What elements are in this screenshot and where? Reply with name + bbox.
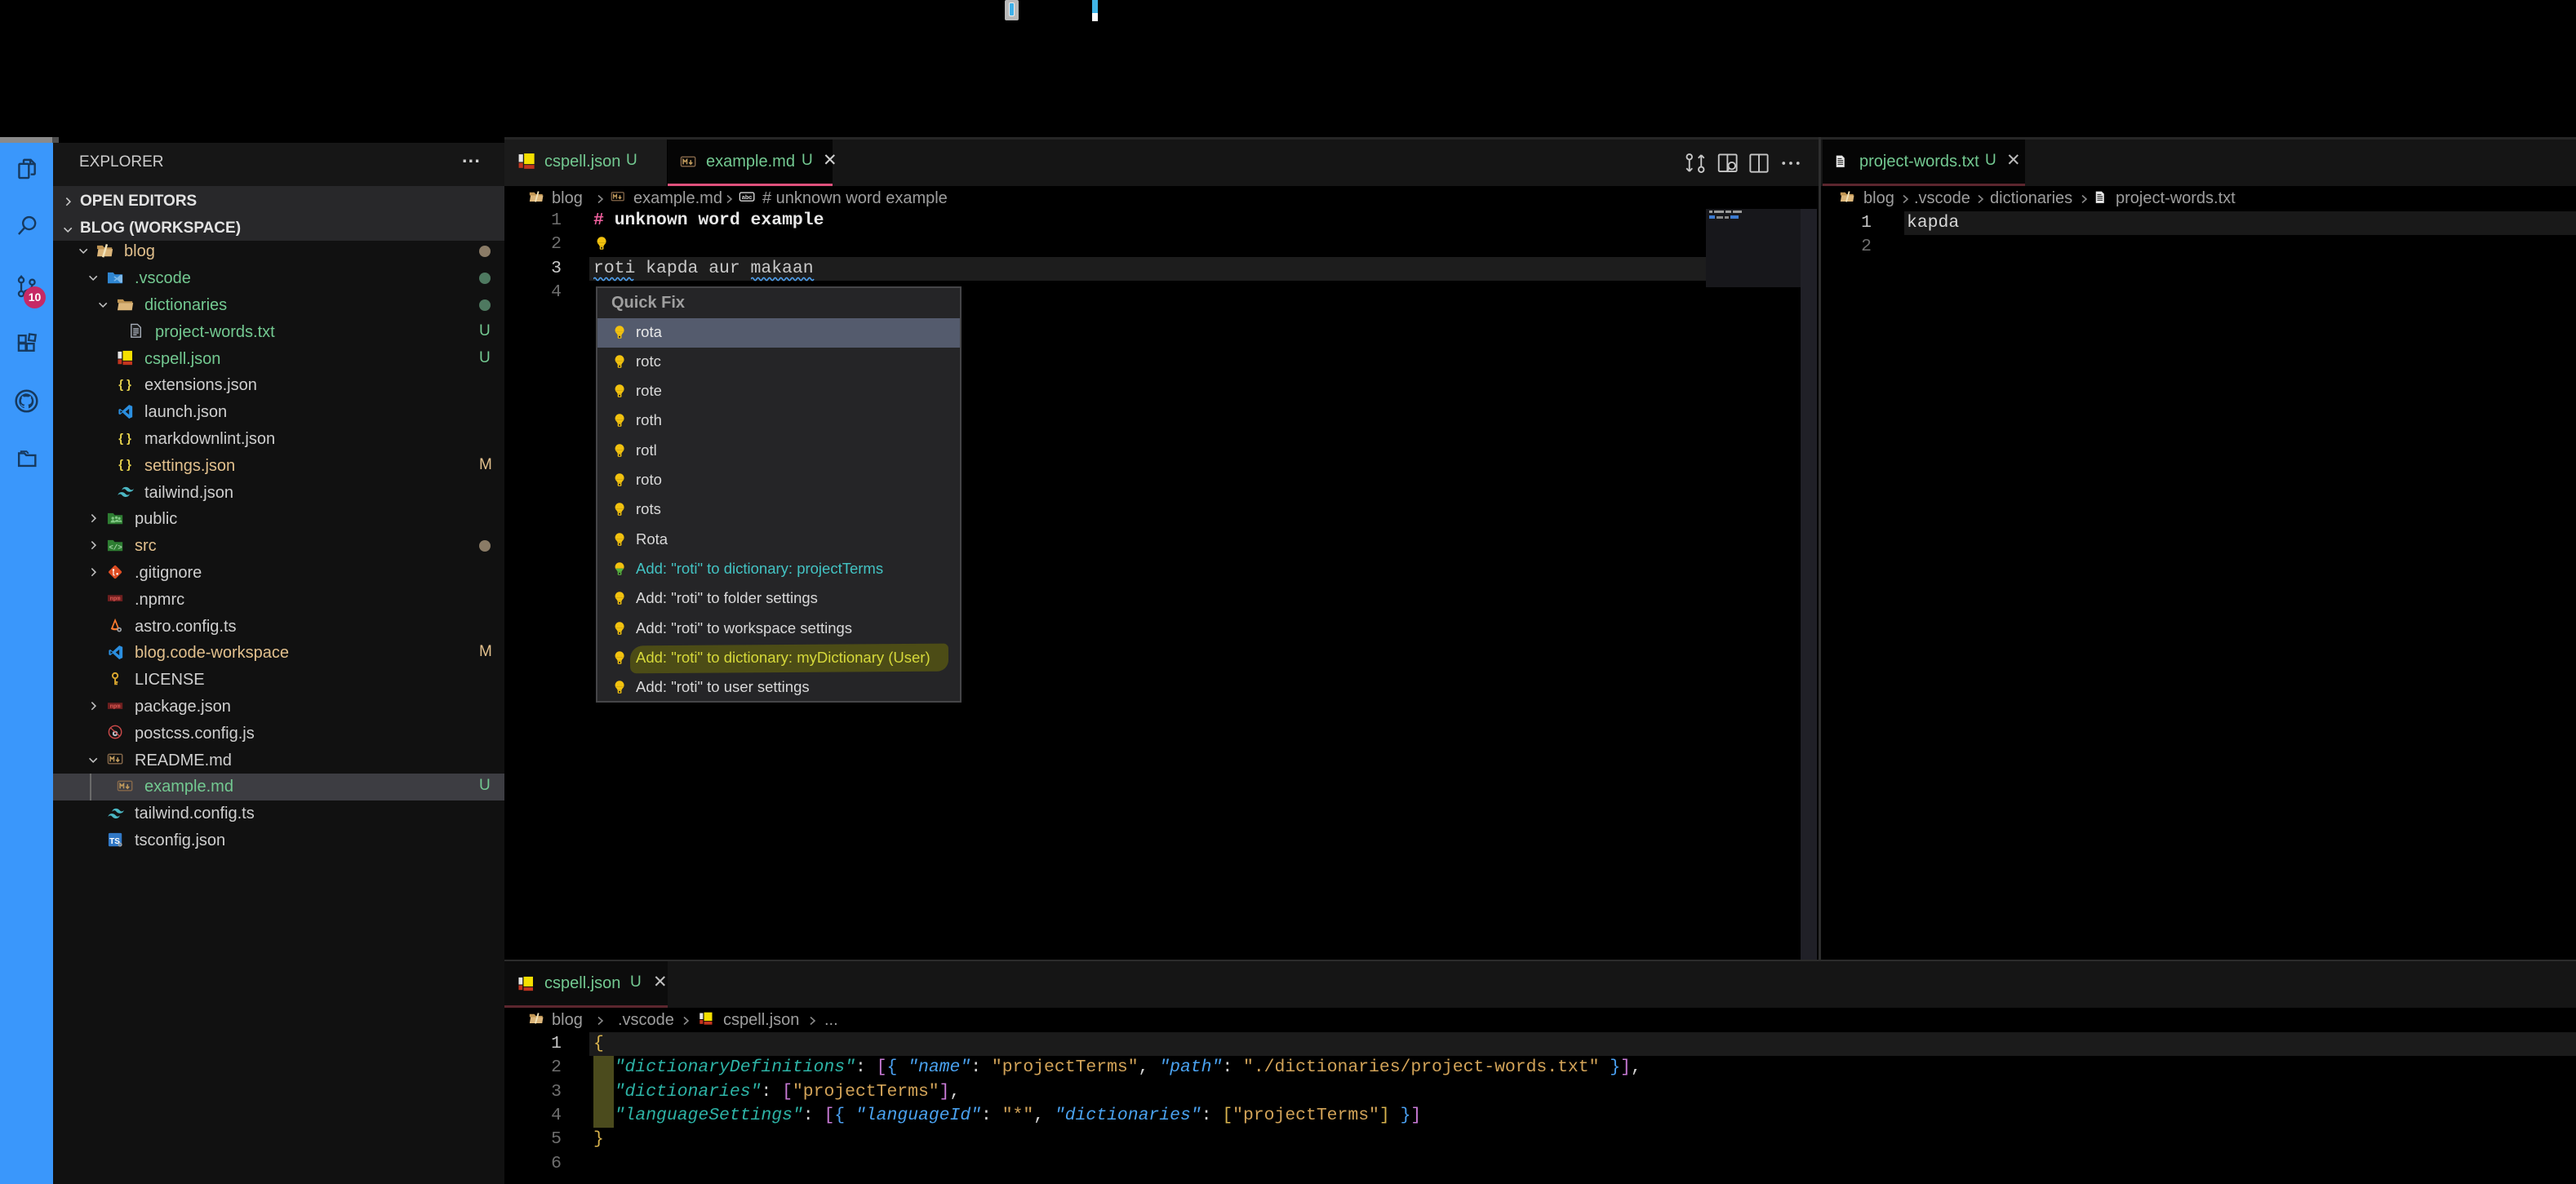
svg-text:}: } <box>127 379 131 392</box>
svg-text:}: } <box>127 459 131 472</box>
svg-text:npm: npm <box>110 703 122 710</box>
svg-text:}: } <box>127 432 131 446</box>
svg-text:</>: </> <box>109 543 122 552</box>
svg-text:{: { <box>118 379 123 392</box>
svg-text:npm: npm <box>110 596 122 603</box>
svg-text:abc: abc <box>742 193 753 201</box>
svg-text:{: { <box>118 459 123 472</box>
svg-text:{: { <box>118 432 123 446</box>
